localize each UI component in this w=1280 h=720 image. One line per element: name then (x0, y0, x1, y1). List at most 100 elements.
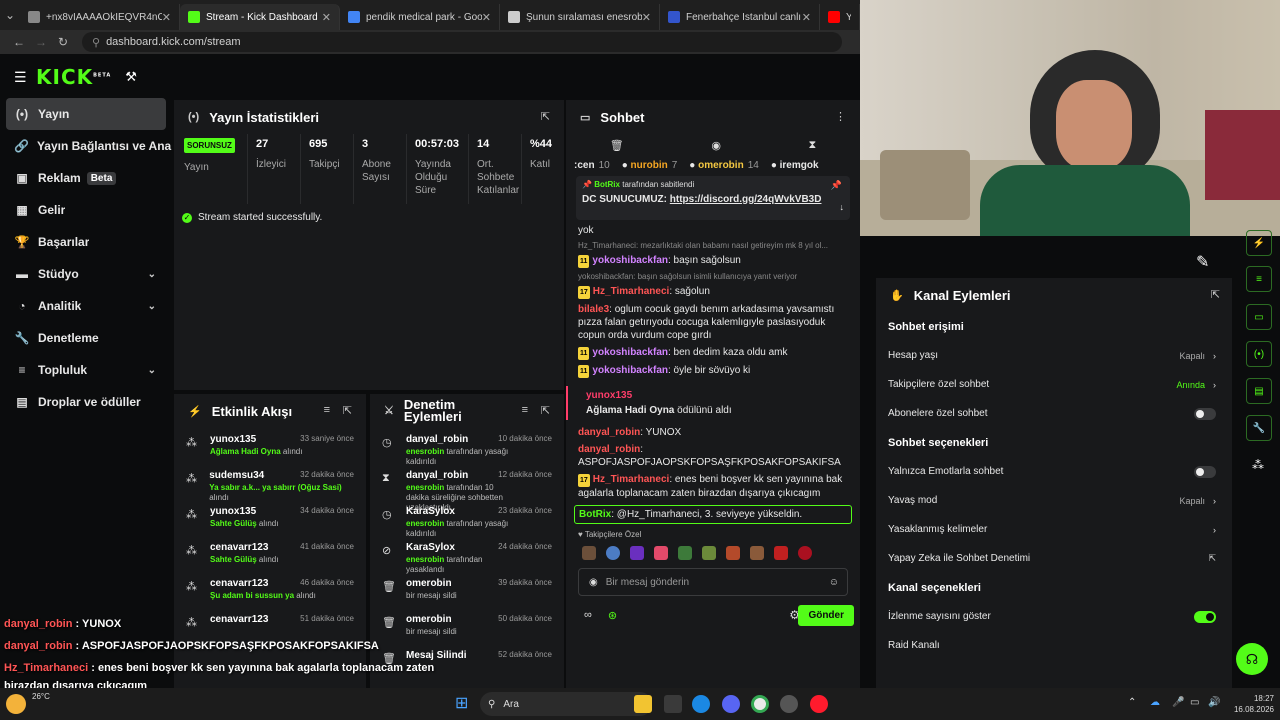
tab-search-icon[interactable]: ⌄ (0, 8, 20, 22)
browser-tab[interactable]: pendik medical park - Google'd✕ (340, 4, 500, 30)
more-options-icon[interactable]: ⋮ (835, 110, 846, 123)
sidebar-item[interactable]: ▣ Reklam Beta (0, 162, 172, 194)
pin-tool-icon[interactable]: ⚒ (125, 69, 137, 85)
channel-setting-row[interactable]: Yapay Zeka ile Sohbet Denetimi ⇱ (876, 544, 1232, 573)
tab-close-icon[interactable]: ✕ (642, 11, 651, 24)
emote[interactable] (798, 546, 812, 560)
hourglass-icon[interactable]: ⧗ (808, 139, 816, 152)
file-explorer-icon[interactable] (634, 695, 652, 713)
pin-toggle-icon[interactable]: 📌 (831, 180, 842, 191)
discord-link[interactable]: https://discord.gg/24qWvkVB3D (670, 194, 822, 205)
channel-setting-row[interactable]: Yalnızca Emotlarla sohbet (876, 457, 1232, 486)
back-arrow-icon[interactable]: ← (8, 35, 30, 49)
bolt-tool-button[interactable]: ⚡ (1246, 230, 1272, 256)
channel-setting-row[interactable]: Abonelere özel sohbet (876, 399, 1232, 428)
channel-setting-row[interactable]: Raid Kanalı (876, 631, 1232, 660)
tab-close-icon[interactable]: ✕ (802, 11, 811, 24)
browser-tab[interactable]: +nx8vIAAAAOkIEQVR4nO3BAQ✕ (20, 4, 180, 30)
edge-icon[interactable] (692, 695, 710, 713)
wrench-tool-button[interactable]: 🔧 (1246, 415, 1272, 441)
opera-icon[interactable] (810, 695, 828, 713)
volume-icon[interactable]: 🔊 (1208, 697, 1220, 708)
sidebar-item[interactable]: ▦ Gelir (0, 194, 172, 226)
sidebar-item[interactable]: ≡ Topluluk ⌄ (0, 354, 172, 386)
emote[interactable] (750, 546, 764, 560)
infinity-icon[interactable]: ∞ (584, 609, 592, 621)
popout-icon[interactable]: ⇱ (541, 404, 550, 417)
emote[interactable] (774, 546, 788, 560)
support-headset-button[interactable]: ☊ (1236, 643, 1268, 675)
toggle-switch[interactable] (1194, 610, 1216, 623)
tab-close-icon[interactable]: ✕ (322, 11, 331, 24)
channel-setting-row[interactable]: Takipçilere özel sohbet Anında › (876, 370, 1232, 399)
list-tool-button[interactable]: ≡ (1246, 266, 1272, 292)
toggle-switch[interactable] (1194, 465, 1216, 478)
browser-tab[interactable]: Fenerbahçe İstanbul canlı skoru✕ (660, 4, 820, 30)
browser-tab[interactable]: Stream - Kick Dashboard ✕ (180, 4, 340, 30)
emoji-icon[interactable]: ☺ (829, 577, 839, 588)
url-field[interactable]: ⚲ dashboard.kick.com/stream (82, 32, 842, 52)
onedrive-icon[interactable]: ☁ (1150, 697, 1160, 708)
channel-setting-row[interactable]: Yavaş mod Kapalı › (876, 486, 1232, 515)
reload-icon[interactable]: ↻ (52, 35, 74, 49)
channel-setting-row[interactable]: İzlenme sayısını göster (876, 602, 1232, 631)
emote[interactable] (678, 546, 692, 560)
mic-icon[interactable]: 🎤 (1172, 697, 1184, 708)
moderation-tool-button[interactable]: ▤ (1246, 378, 1272, 404)
emote[interactable] (582, 546, 596, 560)
browser-tab[interactable]: YouT (820, 4, 860, 30)
sidebar-item[interactable]: ▤ Droplar ve ödüller (0, 386, 172, 418)
tray-chevron-icon[interactable]: ⌃ (1128, 697, 1136, 708)
discord-icon[interactable] (722, 695, 740, 713)
popout-icon[interactable]: ⇱ (1211, 288, 1220, 301)
tab-close-icon[interactable]: ✕ (162, 11, 171, 24)
kick-logo[interactable]: KICKBETA (36, 65, 111, 89)
tab-close-icon[interactable]: ✕ (482, 11, 491, 24)
forward-arrow-icon[interactable]: → (30, 35, 52, 49)
activity-user[interactable]: yunox135 (210, 434, 302, 445)
sidebar-item[interactable]: ▬ Stüdyo ⌄ (0, 258, 172, 290)
emote[interactable] (606, 546, 620, 560)
taskbar-search[interactable]: ⚲ Ara (480, 692, 652, 716)
chrome-icon[interactable] (751, 695, 769, 713)
chat-icon[interactable]: ◉ (711, 139, 721, 152)
sidebar-item[interactable]: ◔ Analitik ⌄ (0, 290, 172, 322)
chat-username[interactable]: Hz_Timarhaneci (593, 286, 670, 297)
leaderboard-entry[interactable]: ● nurobin 7 (622, 160, 678, 171)
task-view-icon[interactable] (664, 695, 682, 713)
sidebar-item[interactable]: 🏆 Başarılar (0, 226, 172, 258)
leaderboard-entry[interactable]: ● omerobin 14 (689, 160, 759, 171)
external-link-icon[interactable]: ⇱ (1208, 553, 1216, 564)
chat-username[interactable]: bilale3 (578, 304, 609, 315)
expand-icon[interactable]: ↓ (840, 202, 845, 212)
chat-username[interactable]: yokoshibackfan (592, 365, 668, 376)
chat-username[interactable]: danyal_robin (578, 444, 640, 455)
hamburger-menu-icon[interactable]: ☰ (14, 69, 30, 86)
chat-username[interactable]: Hz_Timarhaneci (593, 474, 670, 485)
leaderboard-entry[interactable]: ● iremgok (771, 160, 823, 171)
activity-user[interactable]: cenavarr123 (210, 614, 268, 625)
sidebar-item[interactable]: 🔧 Denetleme (0, 322, 172, 354)
chat-username[interactable]: danyal_robin (578, 427, 640, 438)
broadcast-tool-button[interactable]: (•) (1246, 341, 1272, 367)
browser-tab[interactable]: Şunun sıralaması enesrobin | Ya✕ (500, 4, 660, 30)
filter-icon[interactable]: ≡ (324, 404, 330, 416)
activity-user[interactable]: yunox135 (210, 506, 278, 517)
community-icon[interactable]: ⁂ (1252, 458, 1264, 472)
channel-setting-row[interactable]: Hesap yaşı Kapalı › (876, 341, 1232, 370)
chat-tool-button[interactable]: ▭ (1246, 304, 1272, 330)
emote[interactable] (726, 546, 740, 560)
windows-start-icon[interactable]: ⊞ (455, 695, 473, 713)
emote[interactable] (654, 546, 668, 560)
sidebar-item[interactable]: (•) Yayın (6, 98, 166, 130)
sidebar-item[interactable]: 🔗 Yayın Bağlantısı ve Anahtarı (0, 130, 172, 162)
channel-setting-row[interactable]: Yasaklanmış kelimeler › (876, 515, 1232, 544)
clock[interactable]: 18:27 16.08.2026 (1226, 693, 1274, 715)
chat-username[interactable]: yokoshibackfan (592, 255, 668, 266)
emote[interactable] (702, 546, 716, 560)
toggle-switch[interactable] (1194, 407, 1216, 420)
popout-icon[interactable]: ⇱ (343, 404, 352, 417)
leaderboard-entry[interactable]: :cen 10 (574, 160, 610, 171)
activity-user[interactable]: cenavarr123 (210, 542, 278, 553)
weather-icon[interactable] (6, 694, 26, 714)
